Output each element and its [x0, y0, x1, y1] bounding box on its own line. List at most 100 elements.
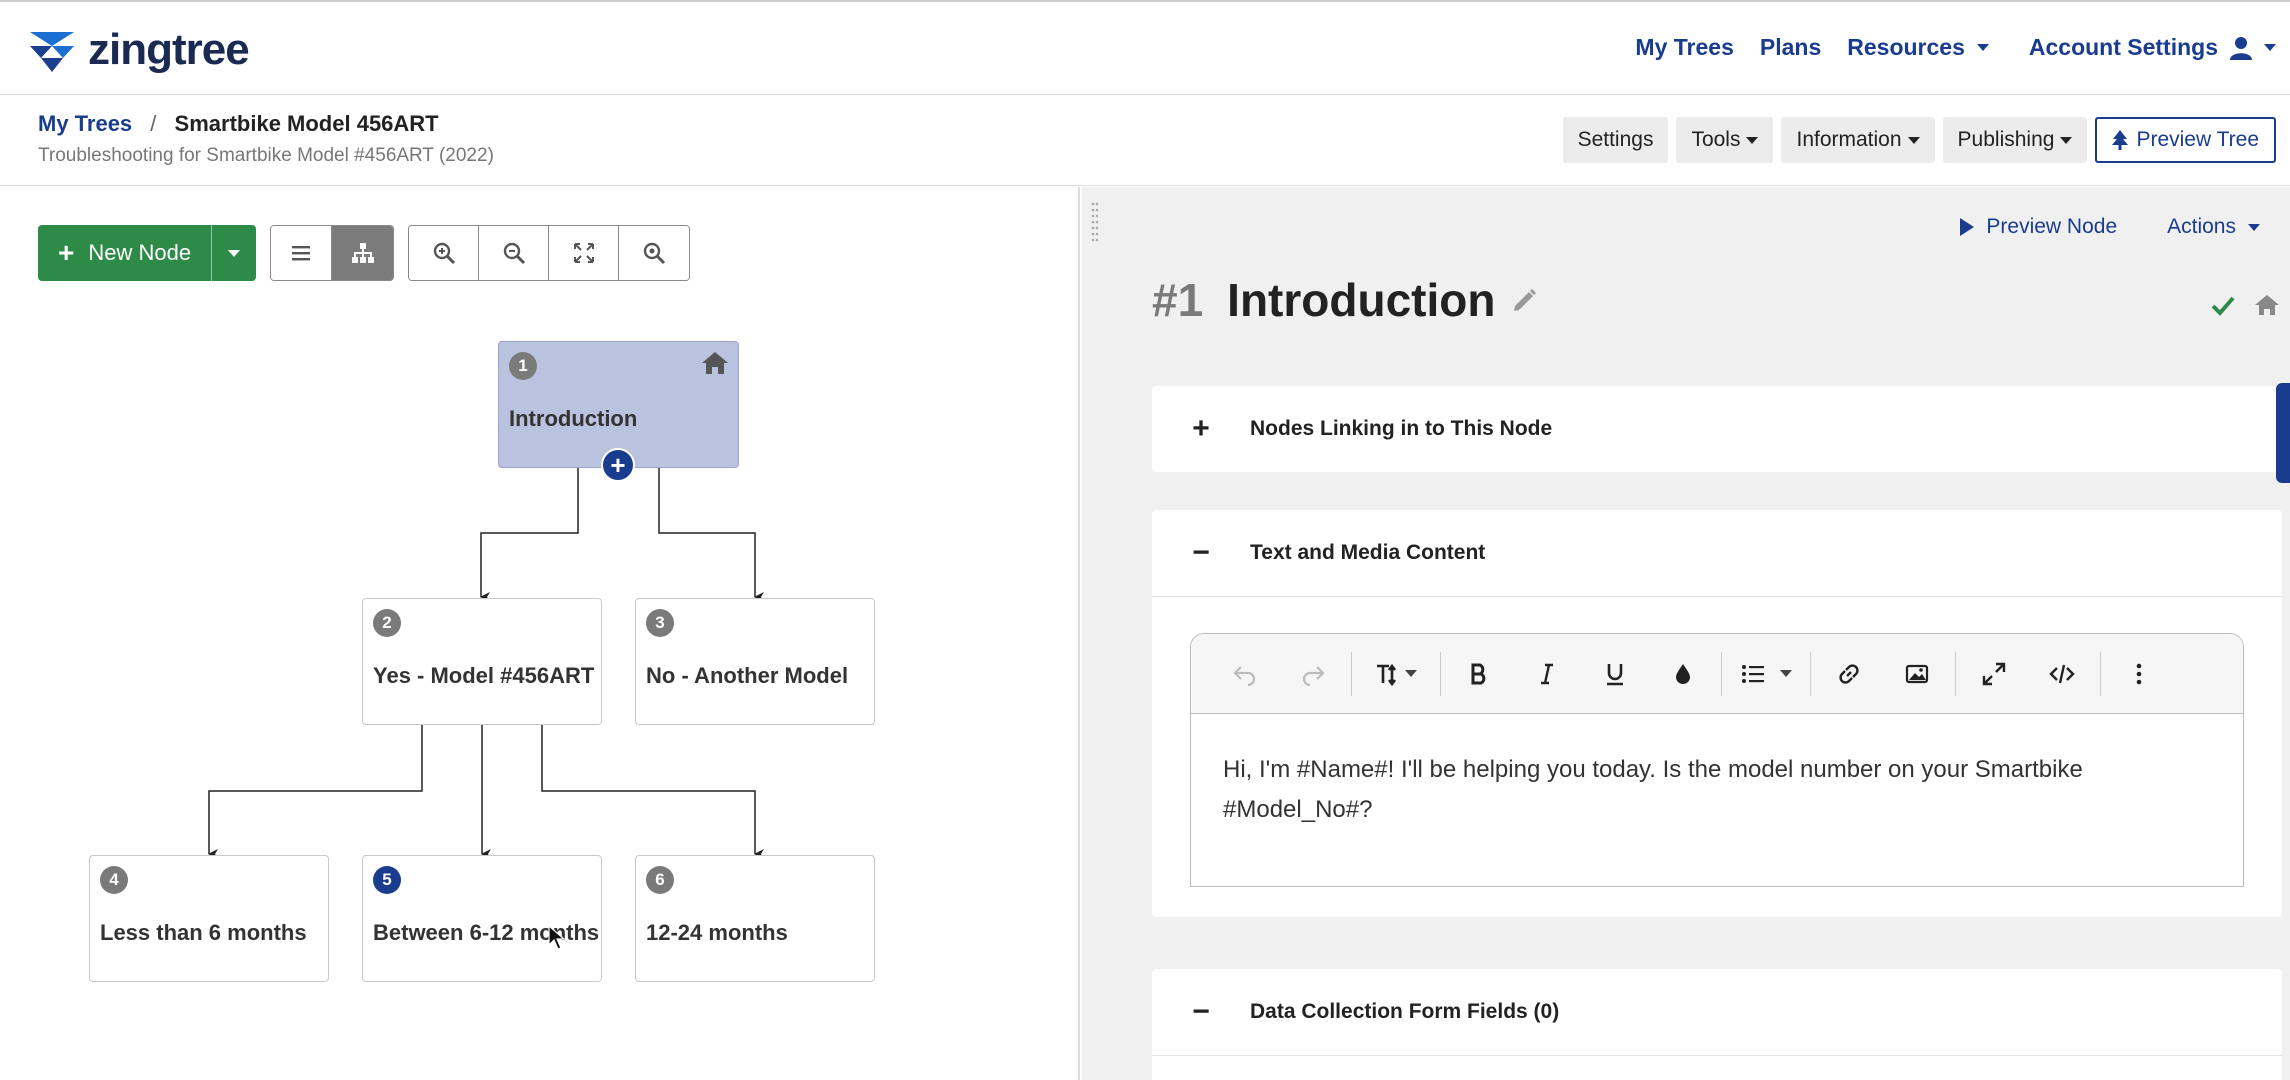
node-label: No - Another Model — [646, 663, 849, 688]
text-size-icon — [1377, 663, 1397, 686]
tools-label: Tools — [1691, 128, 1741, 151]
code-icon — [2049, 664, 2075, 683]
undo-icon — [1233, 665, 1256, 686]
node-label: 12-24 months — [646, 920, 788, 945]
code-view-button[interactable] — [2028, 650, 2096, 698]
editor-content[interactable]: Hi, I'm #Name#! I'll be helping you toda… — [1191, 714, 2243, 866]
nav-my-trees[interactable]: My Trees — [1635, 34, 1733, 61]
text-media-toggle[interactable]: − Text and Media Content — [1152, 510, 2282, 596]
edge-2-6 — [541, 724, 764, 859]
italic-icon — [1541, 663, 1553, 684]
redo-icon — [1302, 665, 1325, 686]
tools-dropdown[interactable]: Tools — [1676, 117, 1774, 163]
form-fields-panel: − Data Collection Form Fields (0) — [1152, 969, 2282, 1080]
link-icon — [1839, 663, 1859, 684]
undo-button[interactable] — [1211, 650, 1279, 698]
toolbar-separator — [1440, 651, 1441, 696]
collapse-icon: − — [1192, 536, 1210, 569]
publishing-dropdown[interactable]: Publishing — [1942, 117, 2088, 163]
rich-text-editor: Hi, I'm #Name#! I'll be helping you toda… — [1190, 633, 2244, 887]
add-child-node-button[interactable]: + — [601, 448, 635, 482]
breadcrumb-current: Smartbike Model 456ART — [174, 111, 439, 136]
chevron-down-icon — [1780, 670, 1792, 677]
text-media-title: Text and Media Content — [1250, 541, 1486, 564]
panel-divider — [1152, 596, 2282, 597]
logo-mark-icon — [30, 32, 74, 72]
fullscreen-button[interactable] — [1960, 650, 2028, 698]
form-fields-title: Data Collection Form Fields (0) — [1250, 1000, 1560, 1023]
breadcrumb-separator: / — [150, 111, 157, 136]
chevron-down-icon — [1907, 136, 1920, 144]
expand-icon: + — [1192, 412, 1210, 445]
link-button[interactable] — [1815, 650, 1883, 698]
nav-resources-label: Resources — [1847, 34, 1965, 60]
toolbar-separator — [1351, 651, 1352, 696]
tree-header: My Trees / Smartbike Model 456ART Troubl… — [0, 95, 2290, 186]
redo-button[interactable] — [1279, 650, 1347, 698]
chevron-down-icon — [1746, 136, 1759, 144]
preview-node-button[interactable]: Preview Node — [1960, 215, 2117, 239]
home-icon[interactable] — [2254, 293, 2280, 317]
node-heading: #1 Introduction — [1152, 273, 1539, 327]
nav-resources[interactable]: Resources — [1847, 34, 1989, 61]
chevron-down-icon — [1405, 670, 1417, 677]
nav-account-settings[interactable]: Account Settings — [2029, 34, 2290, 61]
tree-node-1[interactable]: 1 Introduction + — [498, 341, 739, 482]
tree-node-2[interactable]: 2 Yes - Model #456ART — [362, 598, 602, 725]
settings-button[interactable]: Settings — [1562, 117, 1669, 163]
more-icon — [2136, 663, 2142, 684]
tree-node-5[interactable]: 5 Between 6-12 months — [362, 855, 602, 982]
fullscreen-icon — [1982, 662, 2006, 685]
text-size-button[interactable] — [1356, 650, 1436, 698]
node-label: Yes - Model #456ART — [373, 663, 595, 688]
side-help-tab[interactable] — [2276, 383, 2290, 483]
editor-toolbar — [1191, 634, 2243, 714]
form-fields-toggle[interactable]: − Data Collection Form Fields (0) — [1152, 969, 2282, 1055]
toolbar-separator — [1810, 651, 1811, 696]
resize-handle-icon[interactable] — [1090, 201, 1100, 247]
linking-nodes-toggle[interactable]: + Nodes Linking in to This Node — [1152, 386, 2282, 472]
actions-dropdown[interactable]: Actions — [2167, 215, 2260, 239]
bold-button[interactable] — [1445, 650, 1513, 698]
node-number-badge: 4 — [100, 866, 128, 894]
underline-button[interactable] — [1581, 650, 1649, 698]
text-color-button[interactable] — [1649, 650, 1717, 698]
edge-1-2 — [480, 468, 579, 602]
node-label: Less than 6 months — [100, 920, 307, 945]
node-number-badge: 3 — [646, 609, 674, 637]
logo-text: zingtree — [88, 25, 250, 74]
italic-button[interactable] — [1513, 650, 1581, 698]
preview-tree-button[interactable]: Preview Tree — [2095, 117, 2276, 163]
top-navbar: zingtree My Trees Plans Resources Accoun… — [0, 0, 2290, 95]
chevron-down-icon — [1976, 44, 1989, 51]
tree-node-4[interactable]: 4 Less than 6 months — [89, 855, 329, 982]
tree-node-3[interactable]: 3 No - Another Model — [635, 598, 875, 725]
bold-icon — [1471, 663, 1486, 684]
node-title: Introduction — [1227, 274, 1496, 326]
underline-icon — [1607, 663, 1623, 685]
tree-canvas: + New Node 1 Introduction + 2 Yes - Mode… — [0, 187, 1080, 1080]
image-button[interactable] — [1883, 650, 1951, 698]
actions-label: Actions — [2167, 215, 2236, 238]
node-number-badge: 5 — [373, 866, 401, 894]
linking-nodes-title: Nodes Linking in to This Node — [1250, 417, 1553, 440]
node-editor-pane: Preview Node Actions #1 Introduction + N… — [1082, 187, 2290, 1080]
information-dropdown[interactable]: Information — [1781, 117, 1935, 163]
zingtree-logo[interactable]: zingtree — [26, 24, 250, 76]
toolbar-separator — [1721, 651, 1722, 696]
nav-plans[interactable]: Plans — [1760, 34, 1821, 61]
color-icon — [1676, 663, 1690, 684]
list-button[interactable] — [1726, 650, 1806, 698]
chevron-down-icon — [2248, 223, 2260, 231]
plus-icon: + — [610, 449, 626, 480]
more-options-button[interactable] — [2105, 650, 2173, 698]
node-status-icons — [2210, 293, 2280, 317]
edge-2-4 — [208, 724, 423, 859]
node-number-badge: 2 — [373, 609, 401, 637]
play-icon — [1960, 218, 1975, 236]
image-icon — [1905, 664, 1929, 683]
breadcrumb-my-trees[interactable]: My Trees — [38, 111, 132, 136]
information-label: Information — [1796, 128, 1902, 151]
tree-node-6[interactable]: 6 12-24 months — [635, 855, 875, 982]
pencil-icon[interactable] — [1511, 286, 1539, 314]
